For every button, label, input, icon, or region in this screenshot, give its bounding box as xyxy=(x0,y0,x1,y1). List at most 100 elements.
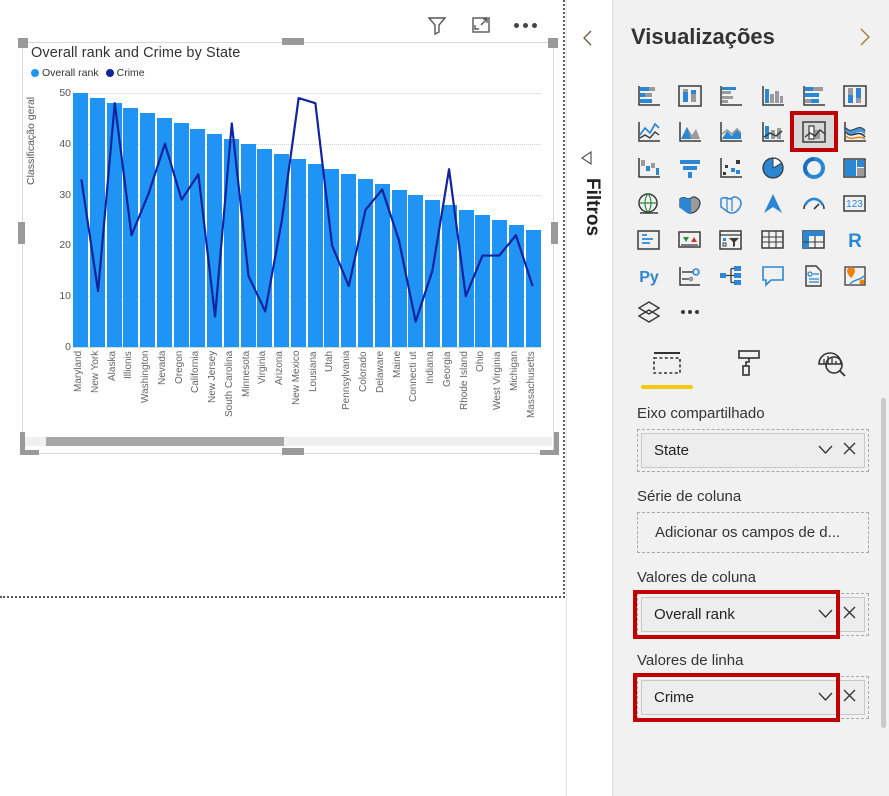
y-axis-tick-label: 30 xyxy=(59,188,71,201)
x-axis-tick-label: Delaware xyxy=(374,351,386,394)
line-and-stacked-column-chart-icon[interactable] xyxy=(753,114,792,149)
line-chart-icon[interactable] xyxy=(629,114,668,149)
multi-row-card-icon[interactable] xyxy=(629,222,668,257)
line-and-clustered-column-chart-icon[interactable] xyxy=(790,111,839,152)
clustered-column-chart-icon[interactable] xyxy=(753,78,792,113)
visual-horizontal-scrollbar-thumb[interactable] xyxy=(46,437,284,446)
fields-tab-indicator xyxy=(641,385,693,389)
close-icon[interactable] xyxy=(843,606,856,623)
focus-mode-icon[interactable] xyxy=(468,12,494,38)
clustered-bar-chart-icon[interactable] xyxy=(712,78,751,113)
chevron-left-icon[interactable] xyxy=(578,28,598,48)
paint-roller-icon xyxy=(734,343,764,382)
python-visual-icon[interactable]: Py xyxy=(629,258,668,293)
visualizations-pane-scrollbar[interactable] xyxy=(881,398,886,728)
100-stacked-bar-chart-icon[interactable] xyxy=(794,78,833,113)
column-values-well[interactable]: Overall rank xyxy=(633,590,869,639)
resize-handle-bottom-center[interactable] xyxy=(282,448,304,455)
resize-handle-top-left[interactable] xyxy=(18,38,28,48)
r-script-visual-icon[interactable]: R xyxy=(836,222,875,257)
line-and-clustered-column-visual[interactable]: Overall rank and Crime by State Overall … xyxy=(22,42,554,454)
svg-text:R: R xyxy=(848,231,862,252)
close-icon[interactable] xyxy=(843,689,856,706)
q-and-a-icon[interactable] xyxy=(753,258,792,293)
pane-tabs[interactable] xyxy=(613,329,889,389)
matrix-icon[interactable] xyxy=(794,222,833,257)
pie-chart-icon[interactable] xyxy=(753,150,792,185)
chevron-right-icon[interactable] xyxy=(853,26,875,48)
slicer-icon[interactable] xyxy=(712,222,751,257)
decomposition-tree-icon[interactable] xyxy=(712,258,751,293)
arcgis-maps-icon[interactable] xyxy=(836,258,875,293)
filters-pane-title: Filtros xyxy=(582,178,603,237)
field-well-placeholder[interactable]: Adicionar os campos de d... xyxy=(641,516,865,549)
paginated-report-icon[interactable] xyxy=(629,294,668,329)
table-icon[interactable] xyxy=(753,222,792,257)
map-icon[interactable] xyxy=(629,186,668,221)
ribbon-chart-icon[interactable] xyxy=(836,114,875,149)
close-icon[interactable] xyxy=(843,442,856,459)
scatter-chart-icon[interactable] xyxy=(712,150,751,185)
more-options-icon[interactable] xyxy=(512,12,538,38)
card-icon[interactable]: 123 xyxy=(836,186,875,221)
legend-label: Crime xyxy=(116,67,145,79)
kpi-icon[interactable] xyxy=(670,222,709,257)
visual-type-gallery[interactable]: 123 R Py xyxy=(613,74,889,329)
x-axis-tick-label: California xyxy=(190,351,202,394)
donut-chart-icon[interactable] xyxy=(794,150,833,185)
format-tab[interactable] xyxy=(723,343,775,389)
chevron-down-icon[interactable] xyxy=(818,606,833,623)
stacked-bar-chart-icon[interactable] xyxy=(629,78,668,113)
waterfall-chart-icon[interactable] xyxy=(629,150,668,185)
key-influencers-icon[interactable] xyxy=(670,258,709,293)
x-axis-tick-label: Lousiana xyxy=(307,351,319,392)
legend-label: Overall rank xyxy=(42,67,99,79)
chevron-down-icon[interactable] xyxy=(818,442,833,459)
shape-map-icon[interactable] xyxy=(712,186,751,221)
filled-map-icon[interactable] xyxy=(670,186,709,221)
stacked-area-chart-icon[interactable] xyxy=(712,114,751,149)
analytics-tab[interactable] xyxy=(805,343,857,389)
y-axis-tick-label: 50 xyxy=(59,87,71,99)
line-series[interactable] xyxy=(73,93,541,347)
line-values-well[interactable]: Crime xyxy=(633,673,869,722)
area-chart-icon[interactable] xyxy=(670,114,709,149)
gauge-icon[interactable] xyxy=(794,186,833,221)
stacked-column-chart-icon[interactable] xyxy=(670,78,709,113)
resize-handle-bottom-right[interactable] xyxy=(540,432,559,455)
y-axis-tick-label: 10 xyxy=(59,290,71,303)
treemap-icon[interactable] xyxy=(836,150,875,185)
visual-legend[interactable]: Overall rank Crime xyxy=(31,67,145,79)
visualizations-pane[interactable]: Visualizações 123 R Py Eixo compartilhad… xyxy=(612,0,889,796)
line-path[interactable] xyxy=(80,96,534,323)
resize-handle-bottom-left[interactable] xyxy=(20,432,39,455)
resize-handle-top-center[interactable] xyxy=(282,38,304,45)
filters-pane-collapsed[interactable]: Filtros xyxy=(566,0,612,796)
field-wells[interactable]: Eixo compartilhado State Série de coluna Ad… xyxy=(613,405,889,722)
100-stacked-column-chart-icon[interactable] xyxy=(836,78,875,113)
column-series-well[interactable]: Adicionar os campos de d... xyxy=(637,512,869,553)
legend-item-overall-rank[interactable]: Overall rank xyxy=(31,67,99,79)
field-chip[interactable]: Overall rank xyxy=(641,597,865,632)
field-chip[interactable]: Crime xyxy=(641,680,865,715)
more-visuals-icon[interactable] xyxy=(670,294,709,329)
funnel-chart-icon[interactable] xyxy=(670,150,709,185)
resize-handle-top-right[interactable] xyxy=(548,38,558,48)
play-left-icon[interactable] xyxy=(579,150,595,166)
visual-title: Overall rank and Crime by State xyxy=(31,45,241,61)
chevron-down-icon[interactable] xyxy=(818,689,833,706)
report-canvas[interactable]: Overall rank and Crime by State Overall … xyxy=(0,0,566,796)
format-tab-indicator xyxy=(723,385,775,389)
fields-tab[interactable] xyxy=(641,343,693,389)
resize-handle-middle-left[interactable] xyxy=(18,222,25,244)
shared-axis-well[interactable]: State xyxy=(637,429,869,472)
resize-handle-middle-right[interactable] xyxy=(551,222,558,244)
field-chip[interactable]: State xyxy=(641,433,865,468)
analytics-tab-indicator xyxy=(805,385,857,389)
filter-icon[interactable] xyxy=(424,12,450,38)
smart-narrative-icon[interactable] xyxy=(794,258,833,293)
azure-map-icon[interactable] xyxy=(753,186,792,221)
visual-header-toolbar[interactable] xyxy=(424,12,538,38)
legend-item-crime[interactable]: Crime xyxy=(105,67,145,79)
x-axis-tick-label: West Virginia xyxy=(492,351,504,410)
